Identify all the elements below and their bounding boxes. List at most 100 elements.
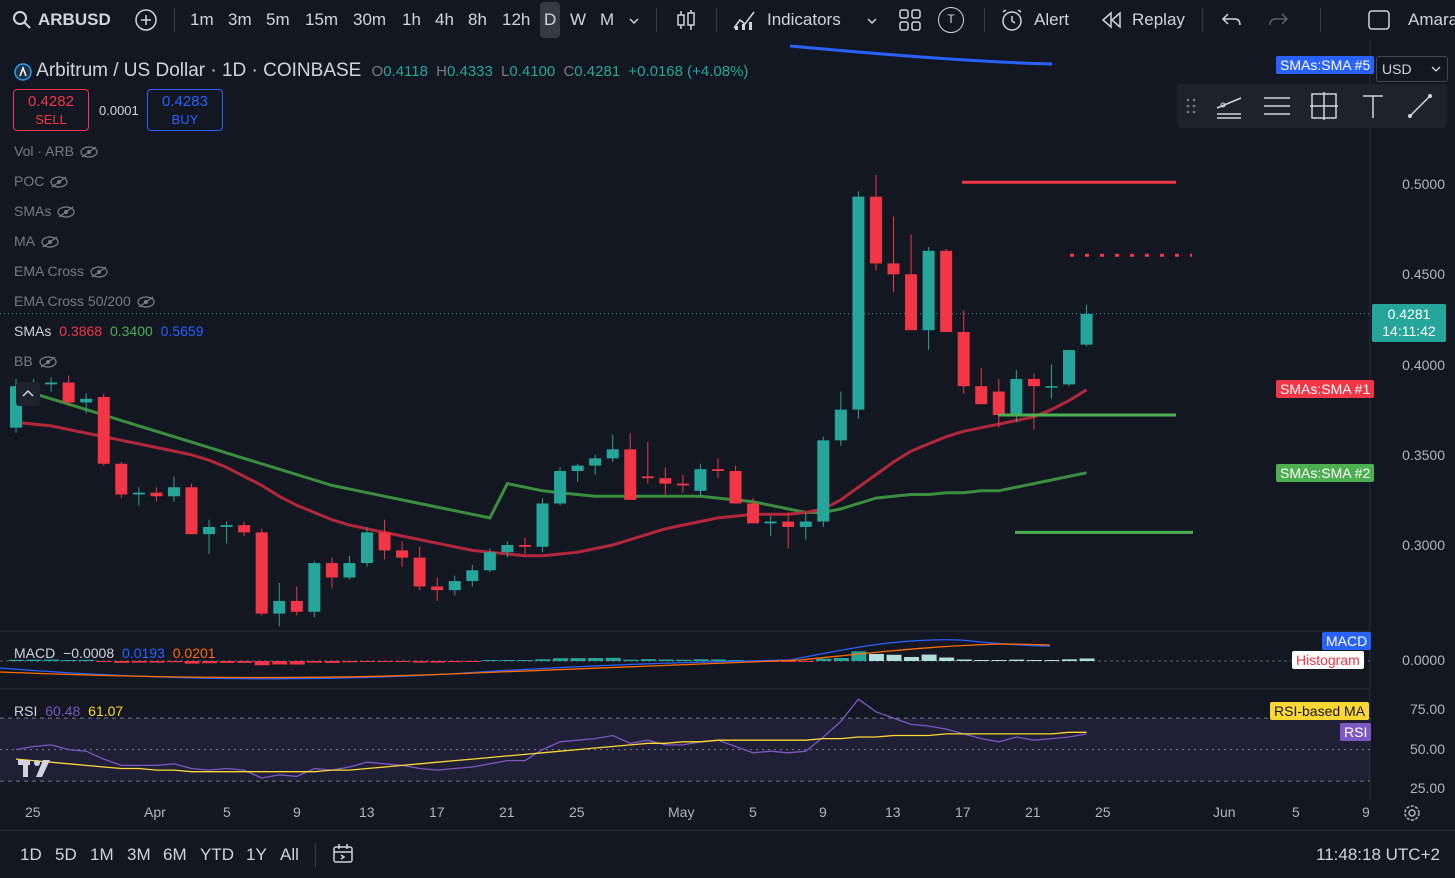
goto-date-icon[interactable] [331,842,355,866]
x-tick: Apr [144,804,166,820]
hidden-eye-icon[interactable] [80,146,98,158]
hidden-eye-icon[interactable] [50,176,68,188]
macd-histogram-bar [430,661,446,663]
candle-up [308,563,321,612]
range-3m[interactable]: 3M [127,845,151,865]
indicator-ema-cross-50-200[interactable]: EMA Cross 50/200 [14,293,155,309]
macd-histogram-bar [500,660,516,661]
replay-icon[interactable] [1100,8,1124,32]
macd-histogram-bar [272,661,288,665]
sell-button[interactable]: 0.4282 SELL [13,89,89,131]
chevron-down-icon[interactable] [628,14,640,26]
indicator-vol[interactable]: Vol · ARB [14,143,98,159]
candles-chart-type-icon[interactable] [674,8,698,32]
sma1-value: 0.3868 [59,323,103,339]
macd-histogram-bar [939,657,955,661]
interval-1m[interactable]: 1m [190,8,214,32]
range-1m[interactable]: 1M [90,845,114,865]
brush-tool-icon[interactable] [1404,90,1436,122]
rsi-legend[interactable]: RSI 60.48 61.07 [14,703,123,719]
interval-5m[interactable]: 5m [266,8,290,32]
macd-histogram-bar [184,661,200,664]
hidden-eye-icon[interactable] [90,266,108,278]
candle-down [185,487,198,535]
fib-retracement-icon[interactable] [1261,90,1293,122]
candle-up [852,196,865,410]
collapse-legend-button[interactable] [16,382,40,406]
divider [174,8,175,32]
macd-histogram-bar [570,658,586,661]
chart-settings-gear-icon[interactable] [1402,803,1422,823]
interval-30m[interactable]: 30m [353,8,386,32]
indicators-button[interactable]: Indicators [767,8,841,32]
symbol-search[interactable]: ARBUSD [38,8,111,32]
chart-title[interactable]: Arbitrum / US Dollar · 1D · COINBASE [36,60,361,81]
indicator-smas-values[interactable]: SMAs 0.3868 0.3400 0.5659 [14,323,204,339]
range-ytd[interactable]: YTD [200,845,234,865]
indicator-poc[interactable]: POC [14,173,68,189]
hidden-eye-icon[interactable] [39,356,57,368]
macd-axis-zero: 0.0000 [1402,652,1445,668]
buy-price: 0.4283 [162,93,208,110]
indicator-bb[interactable]: BB [14,353,57,369]
range-6m[interactable]: 6M [163,845,187,865]
macd-histogram-bar [202,661,218,664]
fullscreen-square-icon[interactable] [1367,8,1391,32]
alert-clock-icon[interactable] [1000,8,1024,32]
clock-timezone[interactable]: 11:48:18 UTC+2 [1316,845,1440,865]
range-1y[interactable]: 1Y [246,845,267,865]
trend-lines-icon[interactable] [1213,90,1245,122]
pattern-tool-icon[interactable] [1308,90,1340,122]
high-value: 0.4333 [446,63,493,80]
undo-icon[interactable] [1220,8,1244,32]
tradingview-logo-icon[interactable] [16,756,56,780]
hidden-eye-icon[interactable] [137,296,155,308]
indicator-ma[interactable]: MA [14,233,59,249]
divider [984,8,985,32]
indicator-smas[interactable]: SMAs [14,203,75,219]
buy-button[interactable]: 0.4283 BUY [147,89,223,131]
interval-12h[interactable]: 12h [502,8,530,32]
alert-button[interactable]: Alert [1034,8,1069,32]
templates-t-icon[interactable]: T [938,7,964,33]
range-all[interactable]: All [280,845,299,865]
chart-area[interactable] [0,40,1455,830]
interval-w[interactable]: W [570,8,586,32]
layouts-grid-icon[interactable] [898,8,922,32]
interval-m[interactable]: M [600,8,614,32]
x-tick: 9 [293,804,301,820]
interval-4h[interactable]: 4h [435,8,454,32]
replay-button[interactable]: Replay [1132,8,1185,32]
open-value: 0.4118 [383,63,428,80]
interval-d-selected[interactable]: D [540,2,561,38]
interval-15m[interactable]: 15m [305,8,338,32]
range-1d[interactable]: 1D [20,845,42,865]
hidden-eye-icon[interactable] [41,236,59,248]
drag-handle-icon[interactable] [1185,96,1197,116]
price-tick: 0.5000 [1402,176,1445,192]
indicators-icon[interactable] [732,8,756,32]
text-tool-icon[interactable] [1357,90,1389,122]
buy-label: BUY [171,112,199,127]
price-chart[interactable] [0,40,1455,830]
x-tick: 5 [749,804,757,820]
close-label: C [563,63,575,80]
indicator-ema-cross[interactable]: EMA Cross [14,263,108,279]
compare-add-icon[interactable] [134,8,158,32]
x-tick: May [668,804,695,820]
candle-up [167,487,180,497]
bar-countdown: 14:11:42 [1382,323,1436,339]
currency-select[interactable]: USD [1376,56,1448,82]
macd-legend[interactable]: MACD −0.0008 0.0193 0.0201 [14,645,216,661]
candle-down [957,332,970,387]
interval-3m[interactable]: 3m [228,8,252,32]
interval-1h[interactable]: 1h [402,8,421,32]
hidden-eye-icon[interactable] [57,206,75,218]
range-5d[interactable]: 5D [55,845,77,865]
redo-icon[interactable] [1266,8,1290,32]
chevron-down-icon[interactable] [866,14,878,26]
interval-8h[interactable]: 8h [468,8,487,32]
drawing-toolbar[interactable] [1177,84,1447,128]
search-icon[interactable] [12,10,32,30]
user-menu[interactable]: Amara [1408,8,1455,32]
